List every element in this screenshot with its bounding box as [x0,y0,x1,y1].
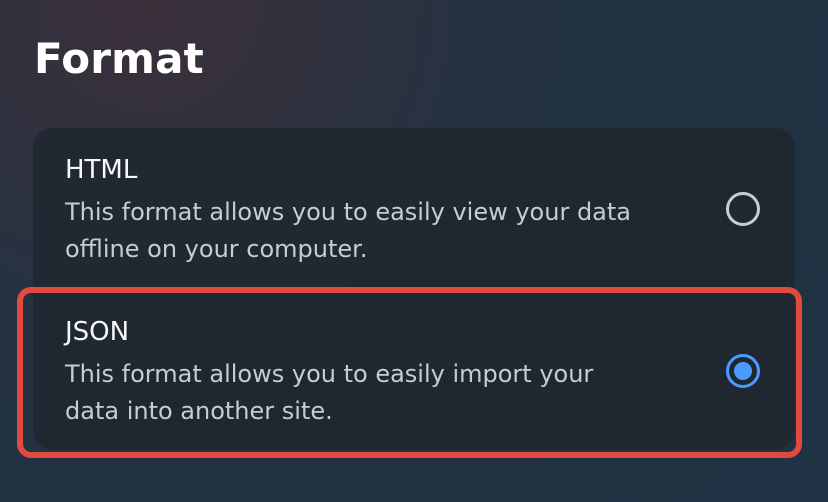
option-title-json: JSON [65,317,130,347]
option-title-html: HTML [65,155,138,185]
option-description-json: This format allows you to easily import … [65,360,594,425]
option-description-html: This format allows you to easily view yo… [65,198,632,263]
radio-selected-dot [734,362,752,380]
page-title: Format [34,34,204,83]
radio-html[interactable] [726,192,760,226]
format-option-html[interactable]: HTML This format allows you to easily vi… [33,128,795,286]
format-option-json[interactable]: JSON This format allows you to easily im… [33,290,795,448]
radio-json[interactable] [726,354,760,388]
